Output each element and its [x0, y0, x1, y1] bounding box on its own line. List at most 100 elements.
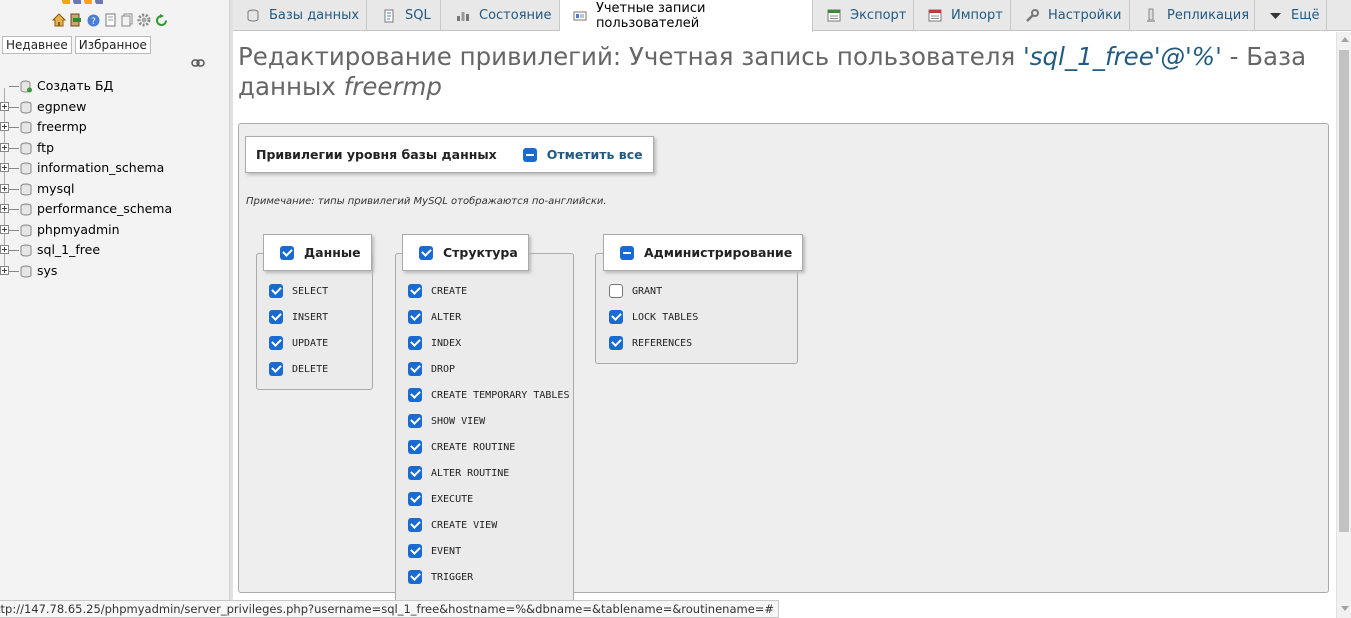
expand-icon[interactable]	[0, 101, 9, 111]
expand-icon[interactable]	[0, 204, 9, 213]
nav-tab-recent[interactable]: Недавнее	[2, 36, 72, 54]
privilege-checkbox[interactable]	[408, 336, 422, 350]
privilege-checkbox[interactable]	[408, 362, 422, 376]
tab-status[interactable]: Состояние	[441, 0, 560, 31]
privilege-label[interactable]: GRANT	[632, 286, 662, 297]
privilege-delete[interactable]: DELETE	[269, 362, 328, 376]
privilege-checkbox[interactable]	[269, 336, 283, 350]
privilege-drop[interactable]: DROP	[408, 362, 455, 376]
tree-item-label[interactable]: sql_1_free	[37, 242, 100, 257]
check-all-toggle[interactable]: Отметить все	[522, 147, 643, 162]
privilege-checkbox[interactable]	[269, 310, 283, 324]
check-all-checkbox[interactable]	[522, 147, 537, 162]
vertical-scrollbar[interactable]	[1336, 32, 1351, 618]
privilege-checkbox[interactable]	[408, 466, 422, 480]
group-administration-checkbox[interactable]	[620, 245, 634, 260]
expand-icon[interactable]	[0, 224, 9, 234]
privilege-checkbox[interactable]	[269, 362, 283, 376]
privilege-grant[interactable]: GRANT	[609, 284, 662, 298]
privilege-checkbox[interactable]	[408, 284, 422, 298]
privilege-checkbox[interactable]	[408, 492, 422, 506]
privilege-checkbox[interactable]	[408, 440, 422, 454]
privilege-select[interactable]: SELECT	[269, 284, 328, 298]
privilege-checkbox[interactable]	[408, 570, 422, 584]
tree-item-database[interactable]: mysql	[0, 179, 228, 200]
tree-item-label[interactable]: ftp	[37, 140, 54, 155]
tree-item-label[interactable]: sys	[37, 263, 57, 278]
privilege-label[interactable]: EVENT	[431, 546, 461, 557]
privilege-show-view[interactable]: SHOW VIEW	[408, 414, 485, 428]
privilege-label[interactable]: TRIGGER	[431, 572, 473, 583]
expand-icon[interactable]	[0, 265, 9, 275]
tree-item-database[interactable]: sql_1_free	[0, 240, 228, 261]
tree-item-database[interactable]: freermp	[0, 117, 228, 138]
tab-replication[interactable]: Репликация	[1130, 0, 1255, 31]
privilege-label[interactable]: EXECUTE	[431, 494, 473, 505]
home-icon[interactable]	[52, 12, 66, 28]
privilege-label[interactable]: CREATE TEMPORARY TABLES	[431, 390, 569, 401]
privilege-label[interactable]: ALTER ROUTINE	[431, 468, 509, 479]
privilege-checkbox[interactable]	[269, 284, 283, 298]
privilege-update[interactable]: UPDATE	[269, 336, 328, 350]
tree-item-database[interactable]: ftp	[0, 138, 228, 159]
tree-item-label[interactable]: information_schema	[37, 160, 164, 175]
tree-item-database[interactable]: performance_schema	[0, 199, 228, 220]
group-data-checkbox[interactable]	[280, 245, 294, 260]
reload-icon[interactable]	[154, 12, 168, 28]
scroll-up-icon[interactable]	[1341, 37, 1349, 42]
logout-icon[interactable]	[69, 12, 83, 28]
privilege-label[interactable]: DROP	[431, 364, 455, 375]
privilege-checkbox[interactable]	[609, 336, 623, 350]
privilege-label[interactable]: CREATE VIEW	[431, 520, 497, 531]
tree-item-label[interactable]: freermp	[37, 119, 87, 134]
privilege-references[interactable]: REFERENCES	[609, 336, 692, 350]
tab-sql[interactable]: SQL	[367, 0, 441, 31]
tab-settings[interactable]: Настройки	[1011, 0, 1130, 31]
scrollbar-thumb[interactable]	[1339, 50, 1349, 532]
docs-icon[interactable]	[103, 12, 117, 28]
tree-item-label[interactable]: mysql	[37, 181, 75, 196]
help-icon[interactable]: ?	[86, 12, 100, 28]
tree-item-database[interactable]: phpmyadmin	[0, 220, 228, 241]
tab-export[interactable]: Экспорт	[813, 0, 914, 31]
expand-icon[interactable]	[0, 163, 9, 172]
tree-item-label[interactable]: performance_schema	[37, 201, 172, 216]
check-all-label[interactable]: Отметить все	[547, 147, 643, 162]
expand-icon[interactable]	[0, 142, 9, 152]
copy-icon[interactable]	[120, 12, 134, 28]
privilege-alter[interactable]: ALTER	[408, 310, 461, 324]
privilege-label[interactable]: CREATE	[431, 286, 467, 297]
privilege-checkbox[interactable]	[408, 544, 422, 558]
expand-icon[interactable]	[0, 122, 9, 131]
tree-item-label[interactable]: egpnew	[37, 99, 86, 114]
privilege-checkbox[interactable]	[609, 284, 623, 298]
privilege-execute[interactable]: EXECUTE	[408, 492, 473, 506]
tab-user-accounts[interactable]: Учетные записи пользователей	[560, 0, 813, 32]
group-administration-legend[interactable]: Администрирование	[603, 234, 804, 271]
privilege-label[interactable]: INDEX	[431, 338, 461, 349]
privilege-checkbox[interactable]	[408, 518, 422, 532]
privilege-label[interactable]: DELETE	[292, 364, 328, 375]
privilege-label[interactable]: SHOW VIEW	[431, 416, 485, 427]
privilege-checkbox[interactable]	[408, 388, 422, 402]
expand-icon[interactable]	[0, 183, 9, 193]
privilege-checkbox[interactable]	[408, 310, 422, 324]
privilege-create[interactable]: CREATE	[408, 284, 467, 298]
privilege-label[interactable]: REFERENCES	[632, 338, 692, 349]
privilege-trigger[interactable]: TRIGGER	[408, 570, 473, 584]
privilege-checkbox[interactable]	[609, 310, 623, 324]
tree-item-create-db[interactable]: Создать БД	[0, 76, 228, 97]
privilege-insert[interactable]: INSERT	[269, 310, 328, 324]
privilege-create-temporary-tables[interactable]: CREATE TEMPORARY TABLES	[408, 388, 569, 402]
tree-item-label[interactable]: Создать БД	[37, 78, 113, 93]
group-structure-checkbox[interactable]	[419, 245, 433, 260]
privilege-label[interactable]: INSERT	[292, 312, 328, 323]
tab-more[interactable]: Ещё	[1255, 0, 1327, 31]
privilege-create-routine[interactable]: CREATE ROUTINE	[408, 440, 515, 454]
privilege-index[interactable]: INDEX	[408, 336, 461, 350]
expand-icon[interactable]	[0, 245, 9, 254]
scroll-down-icon[interactable]	[1341, 606, 1349, 611]
nav-tab-favorites[interactable]: Избранное	[74, 36, 151, 54]
tree-item-label[interactable]: phpmyadmin	[37, 222, 120, 237]
privilege-event[interactable]: EVENT	[408, 544, 461, 558]
